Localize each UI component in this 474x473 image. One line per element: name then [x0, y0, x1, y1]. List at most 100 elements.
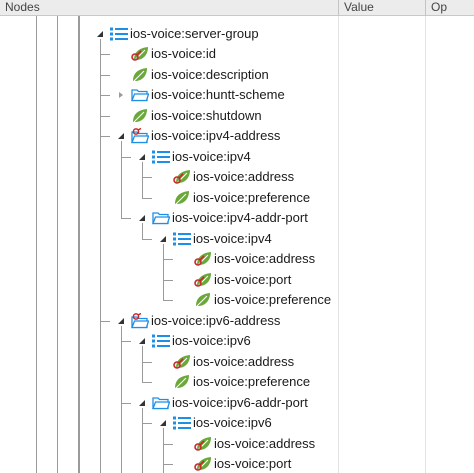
tree-guide-line	[100, 74, 110, 76]
folder-icon	[131, 87, 149, 103]
tree-row[interactable]: ios-voice:ipv6	[138, 331, 251, 352]
tree-node-label: ios-voice:ipv4-addr-port	[172, 210, 308, 226]
tree-node-label: ios-voice:server-group	[130, 25, 259, 41]
key-leaf-icon	[194, 251, 212, 267]
expand-triangle-down-icon[interactable]	[138, 153, 146, 161]
list-icon	[110, 26, 128, 42]
tree-guide-line	[121, 156, 131, 158]
tree-guide-line	[142, 177, 152, 179]
expand-triangle-down-icon[interactable]	[159, 419, 167, 427]
expand-triangle-right-icon[interactable]	[117, 91, 125, 99]
tree-row[interactable]: ios-voice:huntt-scheme	[117, 85, 285, 106]
tree-guide-line	[163, 259, 173, 261]
tree-node-label: ios-voice:address	[193, 169, 295, 185]
leaf-icon	[131, 108, 149, 124]
folder-key-icon	[131, 312, 149, 329]
tree-row[interactable]: ios-voice:ipv4-address	[117, 126, 280, 147]
list-icon	[173, 231, 191, 247]
tree-guide-line	[163, 428, 164, 473]
expand-triangle-down-icon[interactable]	[96, 30, 104, 38]
key-leaf-icon	[194, 272, 212, 288]
key-leaf-icon	[131, 46, 149, 62]
tree-node-label: ios-voice:preference	[214, 292, 332, 308]
tree-row[interactable]: ios-voice:preference	[159, 188, 310, 209]
tree-guide-line	[142, 346, 143, 383]
tree-row[interactable]: ios-voice:address	[159, 352, 294, 373]
tree-node-label: ios-voice:ipv6-addr-port	[172, 394, 308, 410]
tree-node-label: ios-voice:address	[214, 435, 316, 451]
tree-guide-line	[142, 161, 143, 198]
column-header-value[interactable]: Value	[339, 0, 425, 16]
tree-guide-line	[163, 279, 173, 281]
column-header-op[interactable]: Op	[426, 0, 474, 16]
tree-guide-line	[100, 38, 101, 473]
expand-triangle-down-icon[interactable]	[138, 399, 146, 407]
tree-row[interactable]: ios-voice:port	[180, 270, 291, 291]
tree-row[interactable]: ios-voice:id	[117, 44, 216, 65]
tree-row[interactable]: ios-voice:address	[180, 249, 315, 270]
tree-node-label: ios-voice:description	[151, 66, 269, 82]
tree-guide-line	[142, 423, 152, 425]
tree-node-label: ios-voice:huntt-scheme	[151, 87, 285, 103]
tree-node-label: ios-voice:shutdown	[151, 107, 262, 123]
tree-row[interactable]: ios-voice:ipv6-addr-port	[138, 393, 308, 414]
tree-row[interactable]: ios-voice:ipv4	[159, 229, 272, 250]
tree-guide-line	[57, 16, 58, 473]
tree-row[interactable]: ios-voice:ipv4	[138, 147, 251, 168]
tree-row[interactable]: ios-voice:ipv6-address	[117, 311, 280, 332]
tree-row[interactable]: ios-voice:preference	[180, 290, 331, 311]
tree-node-label: ios-voice:address	[214, 251, 316, 267]
tree-node-label: ios-voice:preference	[193, 374, 311, 390]
tree-guide-line	[121, 325, 122, 473]
tree-node-label: ios-voice:id	[151, 46, 217, 62]
tree-node-label: ios-voice:address	[193, 353, 295, 369]
tree-row[interactable]: ios-voice:ipv6	[159, 413, 272, 434]
tree-row[interactable]: ios-voice:shutdown	[117, 106, 262, 127]
expand-triangle-down-icon[interactable]	[138, 337, 146, 345]
list-icon	[152, 149, 170, 165]
expand-triangle-down-icon[interactable]	[138, 214, 146, 222]
op-column-divider	[425, 16, 426, 473]
expand-triangle-down-icon[interactable]	[159, 235, 167, 243]
tree-guide-line	[163, 300, 173, 302]
tree-guide-line	[142, 238, 152, 240]
expand-triangle-down-icon[interactable]	[117, 317, 125, 325]
tree-node-label: ios-voice:ipv4-address	[151, 128, 281, 144]
tree-row[interactable]: ios-voice:ipv4-addr-port	[138, 208, 308, 229]
tree-row[interactable]: ios-voice:description	[117, 65, 269, 86]
tree-row[interactable]: ios-voice:address	[159, 167, 294, 188]
value-column-divider	[338, 16, 339, 473]
list-icon	[152, 333, 170, 349]
tree-guide-line	[142, 361, 152, 363]
key-leaf-icon	[194, 436, 212, 452]
tree-row[interactable]: ios-voice:server-group	[96, 24, 259, 45]
tree-guide-line	[121, 218, 131, 220]
tree-guide-line	[79, 16, 80, 473]
leaf-icon	[131, 67, 149, 83]
tree-row[interactable]: ios-voice:port	[180, 454, 291, 473]
tree-guide-line	[100, 136, 110, 138]
tree-row[interactable]: ios-voice:preference	[159, 372, 310, 393]
tree-node-label: ios-voice:ipv6	[193, 415, 272, 431]
tree-guide-line	[100, 115, 110, 117]
tree-guide-line	[121, 341, 131, 343]
key-leaf-icon	[173, 169, 191, 185]
column-header-bar: Nodes Value Op	[0, 0, 474, 16]
tree-guide-line	[163, 464, 173, 466]
key-leaf-icon	[194, 456, 212, 472]
expand-triangle-down-icon[interactable]	[117, 132, 125, 140]
tree-guide-line	[100, 95, 110, 97]
column-header-nodes[interactable]: Nodes	[0, 0, 338, 16]
tree-node-label: ios-voice:port	[214, 456, 292, 472]
tree-guide-line	[163, 443, 173, 445]
tree-guide-line	[142, 407, 143, 473]
tree-node-label: ios-voice:ipv4	[193, 230, 272, 246]
tree-row[interactable]: ios-voice:address	[180, 434, 315, 455]
tree-guide-line	[100, 320, 110, 322]
tree-guide-line	[121, 141, 122, 219]
tree-node-label: ios-voice:ipv6	[172, 333, 251, 349]
tree-guide-line	[100, 54, 110, 56]
folder-key-icon	[131, 128, 149, 144]
node-tree: ios-voice:server-group ios-voice:id ios-vo…	[0, 16, 338, 473]
leaf-icon	[173, 190, 191, 206]
